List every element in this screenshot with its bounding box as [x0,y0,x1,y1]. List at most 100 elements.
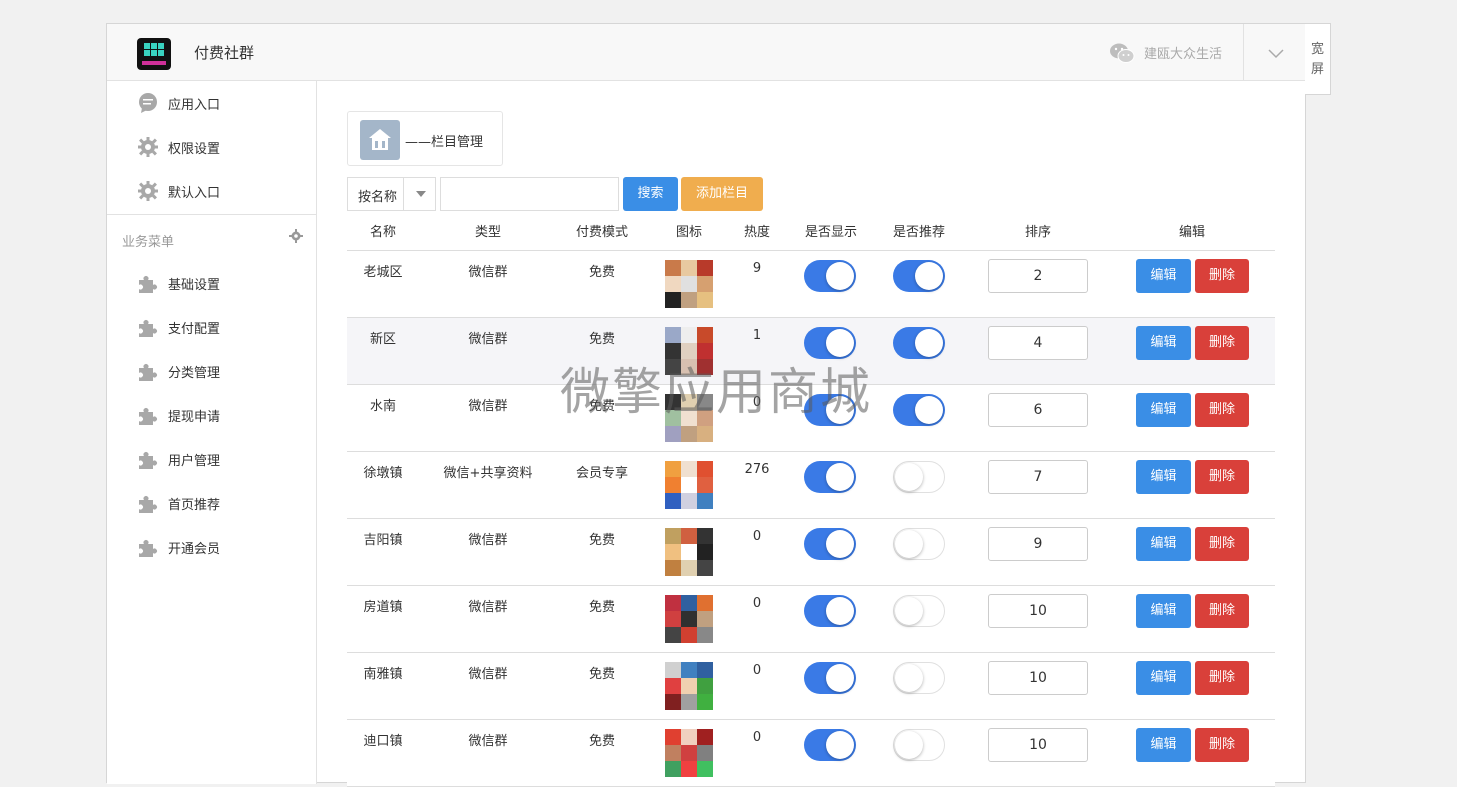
show-toggle[interactable] [804,327,856,359]
recommend-toggle[interactable] [893,528,945,560]
delete-button[interactable]: 删除 [1195,259,1249,293]
header-name: 名称 [369,225,396,240]
module-card[interactable]: ——栏目管理 [347,111,503,166]
edit-button[interactable]: 编辑 [1136,527,1191,561]
toggle-knob [826,597,854,625]
recommend-toggle[interactable] [893,394,945,426]
home-icon [369,129,391,150]
show-toggle[interactable] [804,662,856,694]
toggle-knob [826,329,854,357]
filter-select[interactable]: 按名称 [347,177,436,211]
add-column-button[interactable]: 添加栏目 [681,177,763,211]
recommend-toggle[interactable] [893,595,945,627]
sort-order-input[interactable] [988,259,1088,293]
cell-heat: 0 [752,529,762,544]
sidebar-item-membership[interactable]: 开通会员 [107,526,316,566]
sort-order-input[interactable] [988,393,1088,427]
filter-select-toggle[interactable] [403,178,436,210]
cell-pay-mode: 免费 [588,265,615,280]
show-toggle[interactable] [804,595,856,627]
table-row: 吉阳镇 微信群 免费 0 编辑删除 [347,519,1275,586]
sidebar-item-withdraw-requests[interactable]: 提现申请 [107,394,316,434]
show-toggle[interactable] [804,260,856,292]
recommend-toggle[interactable] [893,662,945,694]
sidebar-item-default-entry[interactable]: 默认入口 [107,170,316,210]
edit-button[interactable]: 编辑 [1136,259,1191,293]
recommend-toggle[interactable] [893,327,945,359]
chevron-down-icon[interactable] [1267,44,1285,62]
cell-pay-mode: 免费 [588,533,615,548]
sort-order-input[interactable] [988,326,1088,360]
delete-button[interactable]: 删除 [1195,326,1249,360]
widescreen-toggle[interactable]: 宽屏 [1305,23,1331,95]
sidebar-item-label: 应用入口 [168,98,221,113]
edit-button[interactable]: 编辑 [1136,326,1191,360]
edit-button[interactable]: 编辑 [1136,661,1191,695]
recommend-toggle[interactable] [893,260,945,292]
toggle-knob [826,396,854,424]
toggle-knob [895,597,923,625]
sidebar-item-payment-config[interactable]: 支付配置 [107,306,316,346]
sidebar-item-label: 权限设置 [168,142,221,157]
show-toggle[interactable] [804,729,856,761]
show-toggle[interactable] [804,394,856,426]
cell-type: 微信群 [468,332,508,347]
cell-heat: 0 [752,730,762,745]
account-name[interactable]: 建瓯大众生活 [1144,43,1222,62]
delete-button[interactable]: 删除 [1195,728,1249,762]
sidebar-item-label: 首页推荐 [168,498,221,513]
cell-name: 新区 [369,332,396,347]
search-input[interactable] [440,177,619,211]
delete-button[interactable]: 删除 [1195,594,1249,628]
cell-heat: 276 [744,462,770,477]
puzzle-icon [139,364,157,381]
sidebar-item-category-management[interactable]: 分类管理 [107,350,316,390]
app-logo[interactable] [137,38,171,70]
section-settings-icon[interactable] [289,229,303,243]
group-avatar-thumbnail [665,394,713,443]
gear-icon [138,137,158,157]
sort-order-input[interactable] [988,661,1088,695]
puzzle-icon [139,540,157,557]
sidebar-item-app-entry[interactable]: 应用入口 [107,82,316,122]
show-toggle[interactable] [804,528,856,560]
table-row: 房道镇 微信群 免费 0 编辑删除 [347,586,1275,653]
table-row: 水南 微信群 免费 0 编辑删除 [347,385,1275,452]
edit-button[interactable]: 编辑 [1136,460,1191,494]
search-button[interactable]: 搜索 [623,177,678,211]
cell-type: 微信群 [468,734,508,749]
edit-button[interactable]: 编辑 [1136,728,1191,762]
edit-button[interactable]: 编辑 [1136,393,1191,427]
sidebar-item-home-recommend[interactable]: 首页推荐 [107,482,316,522]
cell-name: 南雅镇 [363,667,403,682]
delete-button[interactable]: 删除 [1195,460,1249,494]
sidebar-item-label: 分类管理 [168,366,221,381]
sidebar-item-label: 基础设置 [168,278,221,293]
toggle-knob [826,530,854,558]
delete-button[interactable]: 删除 [1195,661,1249,695]
header-edit: 编辑 [1178,225,1205,240]
cell-type: 微信群 [468,667,508,682]
recommend-toggle[interactable] [893,461,945,493]
sort-order-input[interactable] [988,527,1088,561]
toggle-knob [895,731,923,759]
puzzle-icon [139,452,157,469]
group-avatar-thumbnail [665,729,713,778]
header-icon: 图标 [675,225,702,240]
sort-order-input[interactable] [988,460,1088,494]
delete-button[interactable]: 删除 [1195,527,1249,561]
sidebar-item-permissions[interactable]: 权限设置 [107,126,316,166]
recommend-toggle[interactable] [893,729,945,761]
sort-order-input[interactable] [988,728,1088,762]
edit-button[interactable]: 编辑 [1136,594,1191,628]
wechat-icon [1110,43,1135,63]
puzzle-icon [139,320,157,337]
cell-name: 迪口镇 [363,734,403,749]
sort-order-input[interactable] [988,594,1088,628]
table-row: 南雅镇 微信群 免费 0 编辑删除 [347,653,1275,720]
show-toggle[interactable] [804,461,856,493]
sidebar-item-user-management[interactable]: 用户管理 [107,438,316,478]
delete-button[interactable]: 删除 [1195,393,1249,427]
module-icon [360,120,400,160]
sidebar-item-basic-settings[interactable]: 基础设置 [107,262,316,302]
